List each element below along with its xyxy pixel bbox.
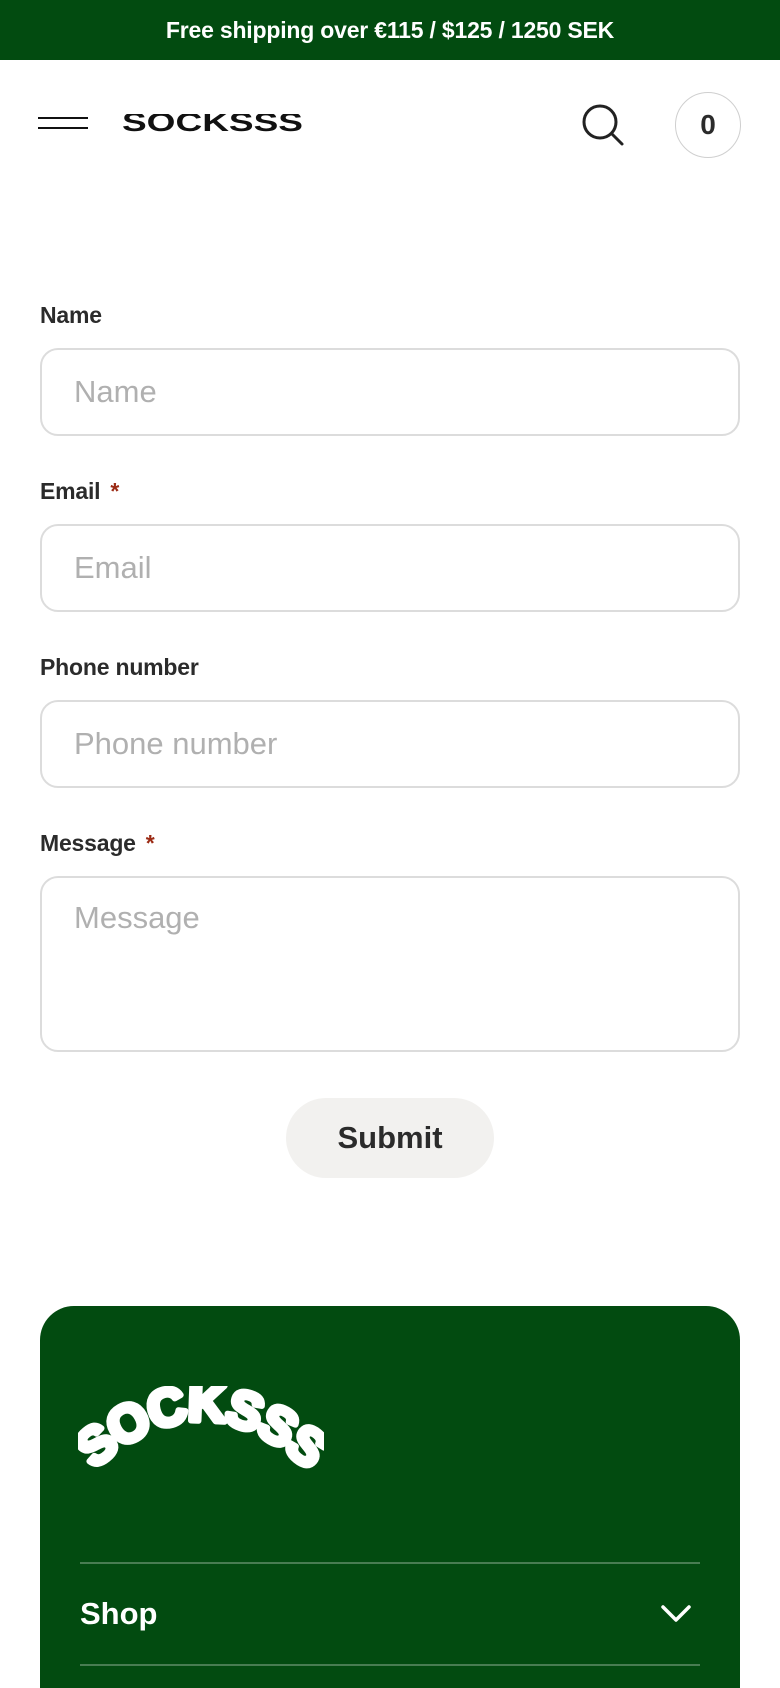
svg-text:SOCKSSS: SOCKSSS — [122, 114, 303, 136]
brand-wordmark-logo[interactable]: SOCKSSS — [121, 114, 304, 136]
footer-menu-shop[interactable]: Shop — [80, 1564, 700, 1664]
cart-count: 0 — [700, 109, 716, 140]
required-asterisk: * — [145, 830, 155, 856]
footer-divider — [80, 1664, 700, 1666]
hamburger-menu-icon[interactable] — [38, 115, 90, 133]
chevron-down-icon — [661, 1605, 691, 1622]
footer-menu-shop-label: Shop — [80, 1596, 158, 1631]
message-field-group: Message * — [40, 828, 740, 1052]
phone-label: Phone number — [40, 654, 199, 680]
phone-field-group: Phone number — [40, 652, 740, 788]
name-input[interactable] — [40, 348, 740, 436]
announcement-text: Free shipping over €115 / $125 / 1250 SE… — [165, 16, 615, 43]
name-field-group: Name — [40, 300, 740, 436]
contact-form: Name Email* Phone number Message* — [40, 300, 740, 1052]
email-input[interactable] — [40, 524, 740, 612]
message-label: Message * — [40, 830, 155, 856]
footer-brand-logo: SOCKSSS — [78, 1386, 324, 1482]
phone-input[interactable] — [40, 700, 740, 788]
submit-button[interactable]: Submit — [286, 1098, 494, 1178]
cart-button[interactable]: 0 — [675, 92, 741, 158]
announcement-bar: Free shipping over €115 / $125 / 1250 SE… — [0, 0, 780, 60]
search-icon — [582, 104, 624, 146]
email-field-group: Email * — [40, 476, 740, 612]
site-footer: SOCKSSS Shop — [40, 1306, 740, 1688]
email-label: Email * — [40, 478, 120, 504]
message-textarea[interactable] — [40, 876, 740, 1052]
svg-text:SOCKSSS: SOCKSSS — [78, 1386, 324, 1479]
search-button[interactable] — [580, 102, 628, 150]
site-header: SOCKSSS 0 — [0, 60, 780, 188]
name-label: Name — [40, 302, 102, 328]
required-asterisk: * — [110, 478, 120, 504]
